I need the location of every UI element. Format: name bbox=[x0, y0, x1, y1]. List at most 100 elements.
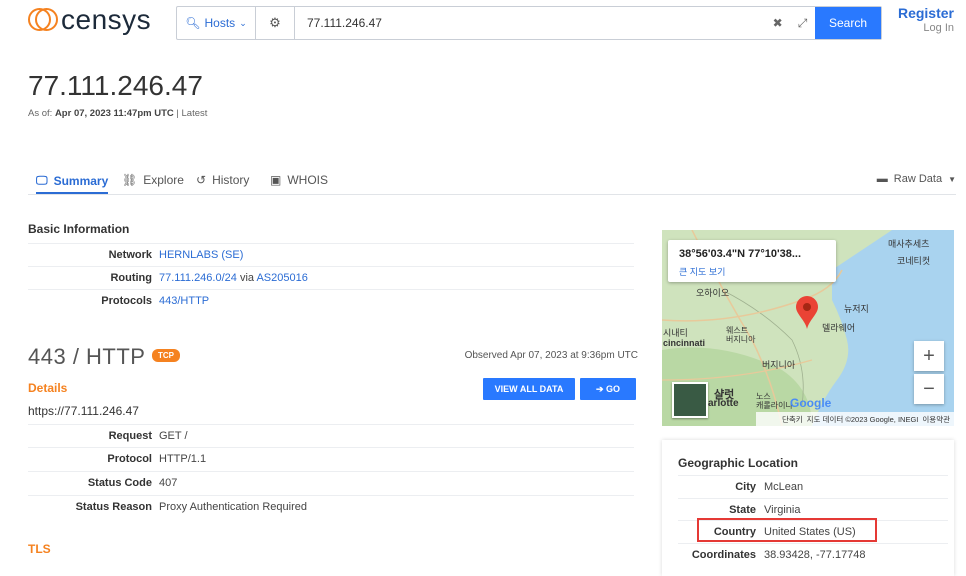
map-label-virginia: 버지니아 bbox=[762, 360, 796, 370]
geo-row-city: City McLean bbox=[678, 475, 948, 498]
tab-label: WHOIS bbox=[287, 173, 329, 187]
observed-time: Observed Apr 07, 2023 at 9:36pm UTC bbox=[464, 350, 638, 361]
basic-info-title: Basic Information bbox=[28, 222, 130, 236]
row-key: State bbox=[729, 504, 756, 516]
row-value: Proxy Authentication Required bbox=[159, 501, 307, 513]
map-shortcuts-link[interactable]: 단축키 bbox=[782, 414, 803, 425]
search-type-dropdown[interactable]: 🔍︎ Hosts ⌄ bbox=[177, 7, 256, 39]
google-logo: Google bbox=[790, 396, 832, 410]
censys-logo-icon bbox=[28, 6, 58, 34]
geo-location-card: Geographic Location City McLean State Vi… bbox=[662, 440, 954, 576]
info-row-network: Network HERNLABS (SE) bbox=[28, 243, 634, 266]
country-highlight-box bbox=[697, 518, 877, 542]
satellite-toggle[interactable] bbox=[672, 382, 708, 418]
view-all-data-button[interactable]: VIEW ALL DATA bbox=[483, 378, 575, 400]
map-info-bubble: 38°56'03.4"N 77°10'38... 큰 지도 보기 bbox=[668, 240, 836, 282]
map-label-massachusetts: 매사추세츠 bbox=[888, 239, 930, 249]
censys-logo[interactable]: censys bbox=[28, 6, 151, 34]
larger-map-link[interactable]: 큰 지도 보기 bbox=[679, 265, 725, 278]
go-button[interactable]: ➔ GO bbox=[580, 378, 636, 400]
row-key: Status Code bbox=[87, 477, 152, 489]
as-of-prefix: As of: bbox=[28, 108, 53, 119]
zoom-out-button[interactable]: − bbox=[914, 374, 944, 404]
page-title: 77.111.246.47 bbox=[28, 70, 203, 101]
arrow-right-icon: ➔ bbox=[595, 383, 607, 394]
detail-row-request: Request GET / bbox=[28, 424, 634, 447]
logo-text: censys bbox=[61, 4, 152, 35]
search-icon: 🔍︎ bbox=[185, 16, 201, 30]
tab-label: History bbox=[212, 173, 250, 187]
tab-label: Summary bbox=[53, 173, 109, 188]
caret-down-icon: ▼ bbox=[948, 174, 956, 184]
row-value: HTTP/1.1 bbox=[159, 453, 207, 465]
history-icon: ↺ bbox=[196, 173, 207, 187]
row-key: Coordinates bbox=[691, 549, 756, 561]
routing-prefix-link[interactable]: 77.111.246.0/24 bbox=[159, 272, 237, 284]
detail-row-protocol: Protocol HTTP/1.1 bbox=[28, 447, 634, 470]
folder-icon: ▬ bbox=[876, 173, 888, 185]
map-footer: 단축키 지도 데이터 ©2023 Google, INEGI 이용약관 bbox=[756, 412, 954, 426]
location-map[interactable]: 오하이오 시내티 cincinnati 웨스트 버지니아 버지니아 샬럿 arl… bbox=[662, 230, 954, 426]
service-url: https://77.111.246.47 bbox=[28, 404, 139, 418]
network-link[interactable]: HERNLABS (SE) bbox=[159, 249, 243, 261]
search-input[interactable] bbox=[295, 7, 765, 39]
service-title: 443 / HTTP bbox=[28, 344, 146, 369]
raw-data-dropdown[interactable]: ▬ Raw Data ▼ bbox=[877, 173, 956, 185]
top-bar: censys 🔍︎ Hosts ⌄ ⚙ ✖ ⤢ Search Register … bbox=[0, 0, 966, 44]
map-label-new-jersey: 뉴저지 bbox=[844, 304, 869, 314]
routing-via: via bbox=[239, 272, 255, 284]
expand-icon[interactable]: ⤢ bbox=[798, 16, 808, 31]
as-of-suffix: | Latest bbox=[176, 108, 208, 119]
map-label-charlotte-en: arlotte bbox=[708, 398, 739, 409]
map-data-attribution: 지도 데이터 ©2023 Google, INEGI bbox=[806, 414, 919, 424]
map-label-west-virginia: 웨스트 버지니아 bbox=[726, 326, 756, 344]
tab-label: Explore bbox=[143, 173, 184, 187]
as-of-date: Apr 07, 2023 11:47pm UTC bbox=[54, 108, 174, 119]
row-key: Protocols bbox=[101, 295, 152, 307]
row-key: Protocol bbox=[107, 453, 152, 465]
tcp-badge: TCP bbox=[152, 349, 180, 362]
as-of-line: As of: Apr 07, 2023 11:47pm UTC | Latest bbox=[28, 108, 207, 119]
row-key: Request bbox=[108, 430, 152, 442]
monitor-icon: 🖵 bbox=[36, 173, 48, 187]
detail-row-status-code: Status Code 407 bbox=[28, 471, 634, 494]
tls-title: TLS bbox=[28, 542, 51, 556]
tab-explore[interactable]: ⛓ Explore bbox=[122, 173, 184, 187]
search-button[interactable]: Search bbox=[815, 7, 881, 39]
details-title: Details bbox=[28, 381, 68, 395]
clear-icon[interactable]: ✖ bbox=[773, 16, 783, 30]
row-key: Network bbox=[108, 249, 152, 261]
search-type-label: Hosts bbox=[204, 16, 236, 30]
protocol-link[interactable]: 443/HTTP bbox=[159, 295, 209, 307]
zoom-in-button[interactable]: + bbox=[914, 341, 944, 371]
geo-row-coordinates: Coordinates 38.93428, -77.17748 bbox=[678, 543, 948, 566]
row-key: Status Reason bbox=[75, 501, 152, 513]
row-key: City bbox=[735, 481, 756, 493]
tab-history[interactable]: ↺ History bbox=[196, 173, 249, 187]
map-label-ohio: 오하이오 bbox=[696, 288, 730, 298]
gear-icon[interactable]: ⚙ bbox=[256, 7, 295, 39]
geo-title: Geographic Location bbox=[678, 456, 799, 470]
raw-data-label: Raw Data bbox=[893, 173, 943, 185]
map-label-cincinnati-en: cincinnati bbox=[663, 338, 706, 348]
chevron-down-icon: ⌄ bbox=[239, 17, 247, 28]
map-label-north-carolina: 노스 캐롤라이나 bbox=[756, 392, 793, 410]
map-label-connecticut: 코네티컷 bbox=[897, 256, 931, 266]
detail-row-status-reason: Status Reason Proxy Authentication Requi… bbox=[28, 495, 634, 518]
login-link[interactable]: Log In bbox=[898, 22, 954, 34]
map-label-delaware: 델라웨어 bbox=[822, 323, 856, 333]
row-value: 38.93428, -77.17748 bbox=[764, 549, 866, 561]
map-coordinates: 38°56'03.4"N 77°10'38... bbox=[679, 248, 801, 260]
document-icon: ▣ bbox=[270, 173, 282, 187]
info-row-protocols: Protocols 443/HTTP bbox=[28, 289, 634, 312]
row-value: 407 bbox=[159, 477, 178, 489]
asn-link[interactable]: AS205016 bbox=[256, 272, 307, 284]
row-key: Routing bbox=[110, 272, 152, 284]
tab-summary[interactable]: 🖵 Summary bbox=[36, 173, 109, 194]
tab-whois[interactable]: ▣ WHOIS bbox=[270, 173, 328, 187]
map-terms-link[interactable]: 이용약관 bbox=[922, 414, 950, 425]
map-pin-icon[interactable] bbox=[795, 296, 819, 330]
register-link[interactable]: Register bbox=[898, 5, 954, 21]
tab-bar: 🖵 Summary ⛓ Explore ↺ History ▣ WHOIS ▬ … bbox=[28, 172, 956, 195]
row-value: McLean bbox=[764, 481, 804, 493]
